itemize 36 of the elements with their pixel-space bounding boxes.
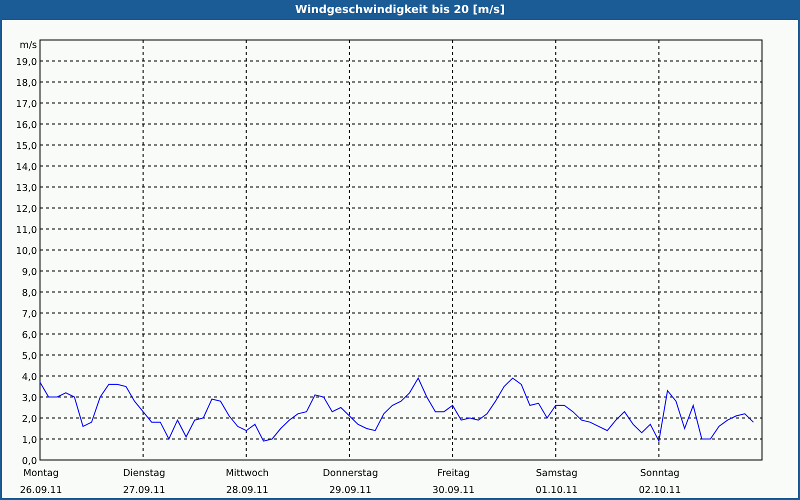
y-tick-label: 11,0 [16, 225, 37, 236]
y-tick-label: 10,0 [16, 246, 37, 257]
y-tick-label: 1,0 [22, 435, 37, 446]
unit-label: m/s [20, 40, 37, 51]
y-tick-label: 6,0 [22, 330, 37, 341]
date-label: 02.10.11 [638, 485, 682, 496]
y-tick-label: 15,0 [16, 141, 37, 152]
y-tick-label: 5,0 [22, 351, 37, 362]
y-tick-label: 16,0 [16, 120, 37, 131]
day-label: Mittwoch [226, 468, 269, 479]
day-label: Donnerstag [322, 468, 378, 479]
y-tick-label: 7,0 [22, 309, 37, 320]
day-label: Dienstag [122, 468, 166, 479]
y-tick-label: 9,0 [22, 267, 37, 278]
y-tick-label: 19,0 [16, 57, 37, 68]
y-tick-label: 14,0 [16, 162, 37, 173]
day-label: Montag [23, 468, 59, 479]
day-label: Freitag [437, 468, 470, 479]
y-tick-label: 3,0 [22, 393, 37, 404]
day-label: Sonntag [640, 468, 680, 479]
y-tick-label: 0,0 [22, 456, 37, 467]
y-tick-label: 13,0 [16, 183, 37, 194]
date-label: 28.09.11 [226, 485, 268, 496]
y-tick-label: 4,0 [22, 372, 37, 383]
date-label: 29.09.11 [329, 485, 372, 496]
window-title: Windgeschwindigkeit bis 20 [m/s] [295, 2, 505, 18]
date-label: 30.09.11 [432, 485, 475, 496]
date-label: 26.09.11 [20, 485, 62, 496]
date-label: 01.10.11 [536, 485, 578, 496]
y-tick-label: 8,0 [22, 288, 37, 299]
y-tick-label: 17,0 [16, 99, 37, 110]
y-tick-label: 2,0 [22, 414, 37, 425]
y-tick-label: 12,0 [16, 204, 37, 215]
y-tick-label: 18,0 [16, 78, 37, 89]
date-label: 27.09.11 [122, 485, 166, 496]
day-label: Samstag [536, 468, 578, 479]
